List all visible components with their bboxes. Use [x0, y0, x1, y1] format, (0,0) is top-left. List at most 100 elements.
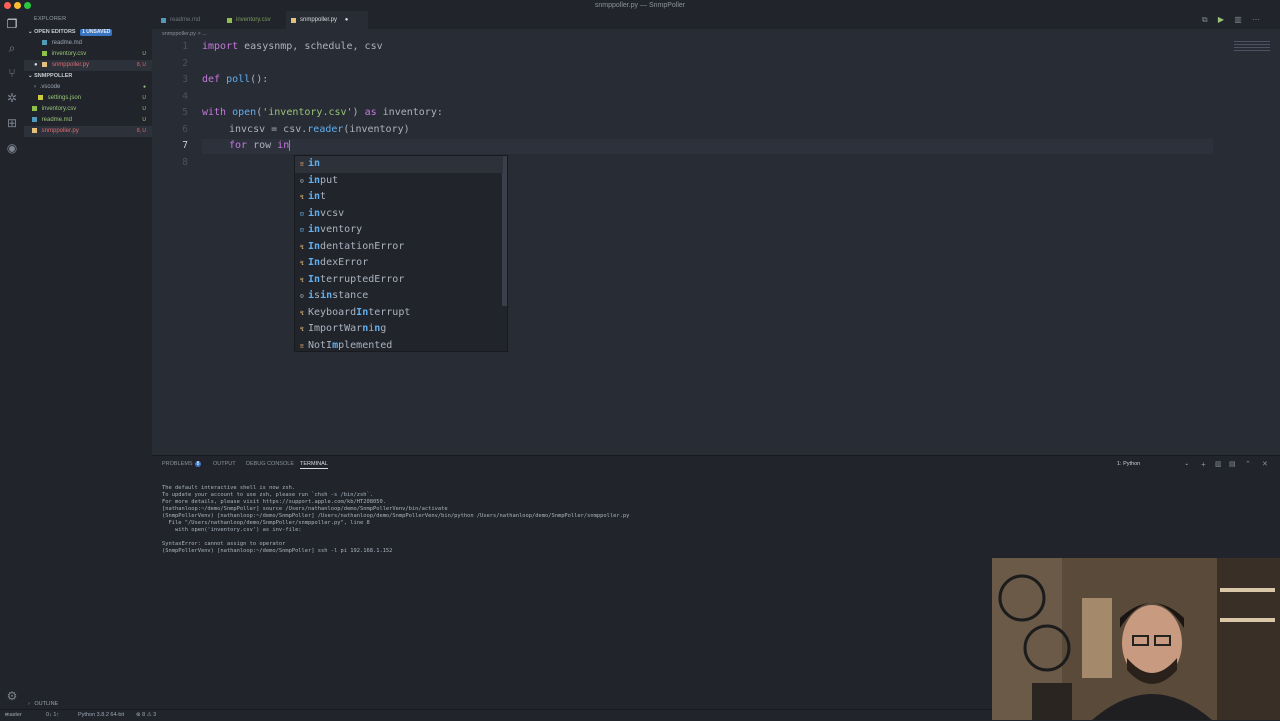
suggestion-item[interactable]: ↯ ImportWarning: [295, 321, 503, 338]
suggestion-text: In: [308, 273, 321, 285]
file-item[interactable]: inventory.csv U: [24, 104, 152, 115]
python-file-icon: [42, 61, 48, 67]
more-actions-icon[interactable]: ⋯: [1252, 15, 1260, 24]
terminal-select[interactable]: 1: Python ⌄: [1117, 461, 1189, 470]
tab-problems[interactable]: PROBLEMS 8: [162, 461, 202, 467]
explorer-sidebar: EXPLORER ⌄ OPEN EDITORS 1 UNSAVED readme…: [24, 11, 153, 709]
suggestion-text: In: [356, 306, 369, 318]
python-interpreter[interactable]: Python 3.8.2 64-bit: [78, 710, 124, 721]
remote-icon[interactable]: ◉: [5, 141, 19, 155]
compare-icon[interactable]: ⧉: [1202, 15, 1208, 24]
suggestion-item[interactable]: ↯ KeyboardInterrupt: [295, 305, 503, 322]
tab-debug-console[interactable]: DEBUG CONSOLE: [246, 461, 294, 467]
suggestion-item[interactable]: ≡ in: [295, 156, 503, 173]
tab-readme[interactable]: readme.md: [156, 11, 232, 29]
minimize-window-button[interactable]: [14, 2, 21, 9]
code-line[interactable]: invcsv = csv.reader(inventory): [229, 124, 410, 135]
run-icon[interactable]: ▶: [1218, 15, 1224, 24]
fn-suggestion-icon: ⊙: [300, 176, 304, 185]
code-token: import: [202, 41, 239, 52]
code-token: with: [202, 107, 227, 118]
code-line[interactable]: with open('inventory.csv') as inventory:: [202, 107, 443, 118]
source-control-icon[interactable]: ⑂: [5, 66, 19, 80]
close-window-button[interactable]: [4, 2, 11, 9]
breadcrumb[interactable]: snmppoller.py > ...: [152, 29, 1280, 39]
unsaved-dot-icon: ●: [34, 62, 38, 68]
code-line[interactable]: for row in: [229, 140, 291, 151]
open-editor-label: snmppoller.py: [51, 62, 89, 68]
maximize-window-button[interactable]: [24, 2, 31, 9]
sync-status[interactable]: 0↓ 1↑: [46, 710, 59, 721]
file-status: U: [142, 106, 146, 112]
fn-suggestion-icon: ⊙: [300, 292, 304, 300]
open-editor-item[interactable]: inventory.csv U: [24, 49, 152, 60]
trash-icon[interactable]: ▤: [1229, 460, 1236, 468]
var-suggestion-icon: ⊡: [300, 209, 304, 218]
suggestion-text: t: [320, 191, 327, 202]
suggestion-text: vcsv: [320, 207, 345, 219]
files-icon[interactable]: ❐: [5, 17, 19, 31]
open-editor-item[interactable]: readme.md: [24, 38, 152, 49]
minimap[interactable]: [1234, 39, 1270, 69]
suggestion-item[interactable]: ⊙ input: [295, 173, 503, 190]
terminal-line: The default interactive shell is now zsh…: [162, 485, 296, 491]
file-icon: [42, 50, 47, 56]
code-token: as: [364, 107, 377, 118]
maximize-panel-icon[interactable]: ⌃: [1245, 460, 1251, 468]
editor-tabs: readme.md inventory.csv snmppoller.py ● …: [152, 11, 1280, 29]
line-number: 6: [182, 124, 188, 135]
suggestion-item[interactable]: ⊡ invcsv: [295, 206, 503, 223]
tab-terminal[interactable]: TERMINAL: [300, 461, 328, 469]
python-file-icon: [291, 18, 296, 23]
outline-section[interactable]: › OUTLINE: [24, 699, 152, 709]
suggestion-item[interactable]: ↯ IndexError: [295, 255, 503, 272]
gear-icon[interactable]: ⚙: [5, 689, 19, 703]
open-editors-section[interactable]: ⌄ OPEN EDITORS 1 UNSAVED: [24, 27, 152, 38]
outline-label: OUTLINE: [34, 701, 59, 707]
editor-actions: ⧉ ▶ ▥ ⋯: [1202, 15, 1260, 25]
terminal-line: SyntaxError: cannot assign to operator: [162, 541, 286, 547]
code-token: 'inventory.csv': [262, 107, 353, 118]
csv-file-icon: [32, 105, 37, 111]
code-token: invcsv: [229, 124, 266, 135]
chevron-down-icon: ⌄: [28, 73, 33, 79]
autocomplete-list[interactable]: ≡ in ⊙ input ↯ int ⊡ invcsv ⊡ inventory ↯ Indentati…: [294, 155, 508, 352]
folder-item[interactable]: › .vscode ●: [24, 82, 152, 93]
file-item[interactable]: readme.md U: [24, 115, 152, 126]
suggestion-item[interactable]: ↯ IndentationError: [295, 239, 503, 256]
split-editor-icon[interactable]: ▥: [1234, 15, 1242, 24]
code-line[interactable]: def poll():: [202, 74, 268, 85]
line-number: 3: [182, 74, 188, 85]
unsaved-dot-icon[interactable]: ●: [345, 17, 349, 23]
code-line[interactable]: import easysnmp, schedule, csv: [202, 41, 383, 52]
terminal-line: [nathanloop:~/demo/SnmpPoller] source /U…: [162, 506, 448, 512]
problems-status[interactable]: ⊗ 8 ⚠ 3: [136, 710, 156, 721]
split-terminal-icon[interactable]: ▥: [1215, 460, 1222, 468]
suggestion-item[interactable]: ≡ NotImplemented: [295, 338, 503, 355]
project-section[interactable]: ⌄ SNMPPOLLER: [24, 71, 152, 82]
suggestion-text: plemented: [338, 339, 393, 351]
tab-snmppoller[interactable]: snmppoller.py ●: [286, 11, 368, 29]
code-token: reader: [307, 124, 344, 135]
open-editor-item[interactable]: ● snmppoller.py 8, U: [24, 60, 152, 71]
project-label: SNMPPOLLER: [34, 73, 73, 79]
suggestion-item[interactable]: ↯ int: [295, 189, 503, 206]
suggestion-item[interactable]: ⊙ isinstance: [295, 288, 503, 305]
close-panel-icon[interactable]: ✕: [1262, 460, 1268, 468]
activity-bar: ❐ ⌕ ⑂ ✲ ⊞ ◉ ⚙: [0, 11, 24, 709]
code-token: row: [247, 140, 278, 151]
line-number: 1: [182, 41, 188, 52]
search-icon[interactable]: ⌕: [5, 41, 19, 55]
extensions-icon[interactable]: ⊞: [5, 116, 19, 130]
suggestion-item[interactable]: ↯ InterruptedError: [295, 272, 503, 289]
tab-output[interactable]: OUTPUT: [213, 461, 236, 467]
file-item[interactable]: settings.json U: [24, 93, 152, 104]
suggestion-text: put: [320, 174, 339, 186]
line-number: 8: [182, 157, 188, 168]
file-item[interactable]: snmppoller.py 8, U: [24, 126, 152, 137]
suggestion-item[interactable]: ⊡ inventory: [295, 222, 503, 239]
terminal-line: (SnmpPollerVenv) [nathanloop:~/demo/Snmp…: [162, 513, 630, 519]
line-number: 5: [182, 107, 188, 118]
debug-icon[interactable]: ✲: [5, 91, 19, 105]
add-terminal-icon[interactable]: +: [1201, 460, 1206, 469]
